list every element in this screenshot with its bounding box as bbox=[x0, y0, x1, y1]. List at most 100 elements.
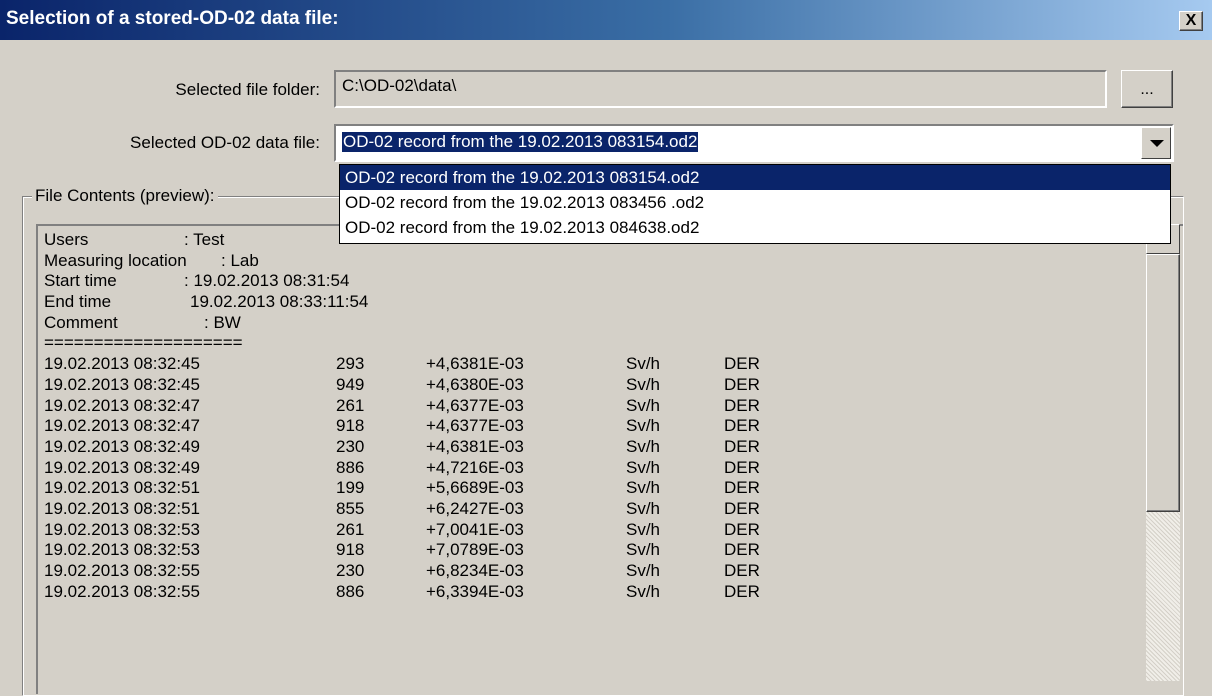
row-counts: 230 bbox=[336, 436, 365, 456]
table-row: 19.02.2013 08:32:51 855 +6,2427E-03 Sv/h DER bbox=[44, 499, 1144, 520]
row-counts: 199 bbox=[336, 478, 365, 498]
header-label: Start time bbox=[44, 271, 117, 291]
row-timestamp: 19.02.2013 08:32:55 bbox=[44, 561, 200, 580]
row-unit: Sv/h bbox=[626, 540, 661, 560]
browse-button[interactable]: ... bbox=[1121, 70, 1173, 108]
row-counts: 886 bbox=[336, 581, 365, 601]
row-counts: 918 bbox=[336, 540, 365, 560]
row-timestamp: 19.02.2013 08:32:55 bbox=[44, 581, 200, 601]
row-timestamp: 19.02.2013 08:32:47 bbox=[44, 416, 200, 436]
table-row: 19.02.2013 08:32:47 261 +4,6377E-03 Sv/h DER bbox=[44, 396, 1144, 417]
header-label: Users bbox=[44, 230, 89, 249]
row-quantity: DER bbox=[724, 519, 760, 539]
table-row: 19.02.2013 08:32:53 918 +7,0789E-03 Sv/h DER bbox=[44, 540, 1144, 561]
header-value: : Test bbox=[184, 230, 225, 249]
row-value: +4,6380E-03 bbox=[426, 374, 524, 394]
file-select-value: OD-02 record from the 19.02.2013 083154.… bbox=[340, 131, 700, 153]
table-row: 19.02.2013 08:32:49 230 +4,6381E-03 Sv/h DER bbox=[44, 437, 1144, 458]
table-row: 19.02.2013 08:32:45 293 +4,6381E-03 Sv/h DER bbox=[44, 354, 1144, 375]
row-value: +4,6381E-03 bbox=[426, 436, 524, 456]
file-contents-legend: File Contents (preview): bbox=[32, 186, 218, 206]
table-row: 19.02.2013 08:32:55 886 +6,3394E-03 Sv/h DER bbox=[44, 582, 1144, 603]
header-value: : BW bbox=[204, 312, 241, 332]
folder-field[interactable]: C:\OD-02\data\ bbox=[334, 70, 1107, 108]
row-value: +6,3394E-03 bbox=[426, 581, 524, 601]
row-quantity: DER bbox=[724, 416, 760, 436]
row-quantity: DER bbox=[724, 498, 760, 518]
table-row: 19.02.2013 08:32:45 949 +4,6380E-03 Sv/h DER bbox=[44, 375, 1144, 396]
row-value: +4,7216E-03 bbox=[426, 457, 524, 477]
row-timestamp: 19.02.2013 08:32:51 bbox=[44, 498, 200, 518]
row-value: +7,0041E-03 bbox=[426, 519, 524, 539]
preview-text: Users : Test Measuring location : Lab St… bbox=[44, 230, 1144, 602]
row-unit: Sv/h bbox=[626, 354, 661, 374]
close-icon: X bbox=[1185, 12, 1197, 29]
header-label: Comment bbox=[44, 312, 118, 332]
folder-value: C:\OD-02\data\ bbox=[342, 76, 457, 95]
header-value: : Lab bbox=[221, 250, 259, 270]
row-quantity: DER bbox=[724, 436, 760, 456]
row-value: +4,6381E-03 bbox=[426, 354, 524, 374]
header-line: Measuring location : Lab bbox=[44, 251, 1144, 272]
header-line: End time 19.02.2013 08:33:11:54 bbox=[44, 292, 1144, 313]
row-timestamp: 19.02.2013 08:32:49 bbox=[44, 436, 200, 456]
row-unit: Sv/h bbox=[626, 457, 661, 477]
window-title: Selection of a stored-OD-02 data file: bbox=[6, 8, 339, 29]
row-counts: 918 bbox=[336, 416, 365, 436]
row-quantity: DER bbox=[724, 581, 760, 601]
table-row: 19.02.2013 08:32:49 886 +4,7216E-03 Sv/h DER bbox=[44, 458, 1144, 479]
row-unit: Sv/h bbox=[626, 416, 661, 436]
header-line: Comment : BW bbox=[44, 313, 1144, 334]
row-unit: Sv/h bbox=[626, 498, 661, 518]
row-timestamp: 19.02.2013 08:32:53 bbox=[44, 519, 200, 539]
file-label: Selected OD-02 data file: bbox=[130, 133, 320, 152]
row-timestamp: 19.02.2013 08:32:45 bbox=[44, 374, 200, 394]
row-timestamp: 19.02.2013 08:32:49 bbox=[44, 457, 200, 477]
row-quantity: DER bbox=[724, 478, 760, 498]
header-line: Start time : 19.02.2013 08:31:54 bbox=[44, 271, 1144, 292]
row-timestamp: 19.02.2013 08:32:53 bbox=[44, 540, 200, 560]
table-row: 19.02.2013 08:32:53 261 +7,0041E-03 Sv/h DER bbox=[44, 520, 1144, 541]
data-rows: 19.02.2013 08:32:45 293 +4,6381E-03 Sv/h DER… bbox=[44, 354, 1144, 602]
close-button[interactable]: X bbox=[1179, 11, 1203, 31]
file-dropdown-list[interactable]: OD-02 record from the 19.02.2013 083154.… bbox=[339, 164, 1171, 244]
row-counts: 293 bbox=[336, 354, 365, 374]
row-quantity: DER bbox=[724, 457, 760, 477]
row-value: +6,2427E-03 bbox=[426, 498, 524, 518]
file-select[interactable]: OD-02 record from the 19.02.2013 083154.… bbox=[334, 124, 1174, 162]
row-quantity: DER bbox=[724, 374, 760, 394]
row-value: +4,6377E-03 bbox=[426, 395, 524, 415]
separator-line: ==================== bbox=[44, 333, 243, 353]
row-unit: Sv/h bbox=[626, 581, 661, 601]
row-counts: 261 bbox=[336, 395, 365, 415]
row-value: +4,6377E-03 bbox=[426, 416, 524, 436]
row-quantity: DER bbox=[724, 395, 760, 415]
scroll-thumb[interactable] bbox=[1146, 254, 1180, 512]
row-counts: 261 bbox=[336, 519, 365, 539]
header-value: : 19.02.2013 08:31:54 bbox=[184, 271, 350, 291]
dropdown-arrow-icon[interactable] bbox=[1141, 127, 1171, 159]
row-value: +6,8234E-03 bbox=[426, 561, 524, 580]
row-unit: Sv/h bbox=[626, 374, 661, 394]
row-value: +7,0789E-03 bbox=[426, 540, 524, 560]
file-option[interactable]: OD-02 record from the 19.02.2013 083154.… bbox=[340, 165, 1170, 190]
table-row: 19.02.2013 08:32:51 199 +5,6689E-03 Sv/h DER bbox=[44, 478, 1144, 499]
row-unit: Sv/h bbox=[626, 561, 661, 580]
row-counts: 949 bbox=[336, 374, 365, 394]
row-unit: Sv/h bbox=[626, 395, 661, 415]
row-quantity: DER bbox=[724, 561, 760, 580]
table-row: 19.02.2013 08:32:47 918 +4,6377E-03 Sv/h DER bbox=[44, 416, 1144, 437]
row-quantity: DER bbox=[724, 540, 760, 560]
row-timestamp: 19.02.2013 08:32:51 bbox=[44, 478, 200, 498]
row-unit: Sv/h bbox=[626, 519, 661, 539]
header-value: 19.02.2013 08:33:11:54 bbox=[190, 292, 369, 312]
file-option[interactable]: OD-02 record from the 19.02.2013 083456 … bbox=[340, 190, 1170, 215]
row-unit: Sv/h bbox=[626, 478, 661, 498]
file-option[interactable]: OD-02 record from the 19.02.2013 084638.… bbox=[340, 215, 1170, 240]
row-timestamp: 19.02.2013 08:32:45 bbox=[44, 354, 200, 374]
title-bar[interactable]: Selection of a stored-OD-02 data file: X bbox=[0, 0, 1212, 40]
table-row: 19.02.2013 08:32:55 230 +6,8234E-03 Sv/h DER bbox=[44, 561, 1144, 582]
row-counts: 855 bbox=[336, 498, 365, 518]
file-preview[interactable]: Users : Test Measuring location : Lab St… bbox=[36, 224, 1183, 694]
header-label: Measuring location bbox=[44, 250, 187, 270]
